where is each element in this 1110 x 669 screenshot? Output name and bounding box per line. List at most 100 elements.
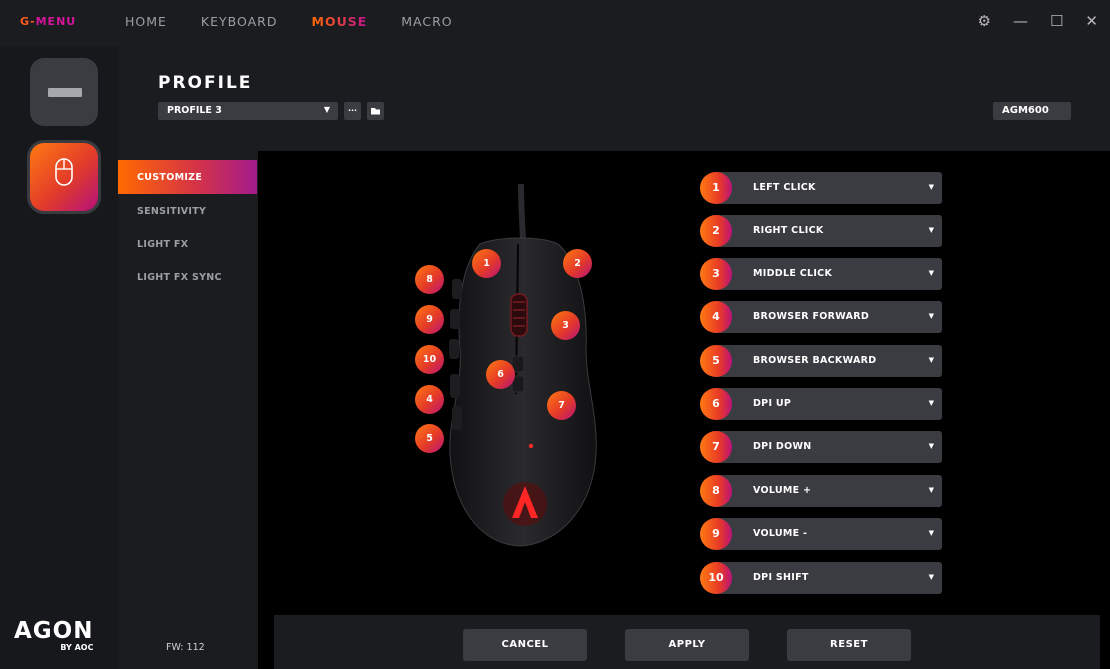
binding-number: 10: [700, 562, 732, 594]
binding-label: MIDDLE CLICK: [753, 268, 833, 279]
brand-suffix: MENU: [35, 15, 77, 28]
maximize-icon[interactable]: ☐: [1050, 12, 1063, 30]
brand-prefix: G-: [20, 15, 36, 28]
minimize-icon[interactable]: —: [1013, 12, 1028, 30]
binding-select[interactable]: [714, 475, 942, 507]
profile-select[interactable]: PROFILE 3 ▼: [158, 102, 338, 120]
binding-select[interactable]: [714, 431, 942, 463]
binding-label: DPI UP: [753, 398, 792, 409]
chevron-down-icon: ▼: [928, 442, 934, 450]
binding-label: DPI DOWN: [753, 441, 812, 452]
profile-folder-button[interactable]: [367, 102, 384, 120]
binding-select[interactable]: [714, 518, 942, 550]
profile-header: PROFILE PROFILE 3 ▼ ··· AGM600: [118, 46, 1110, 151]
profile-select-value: PROFILE 3: [167, 105, 222, 116]
side-menu: CUSTOMIZE SENSITIVITY LIGHT FX LIGHT FX …: [118, 151, 258, 669]
top-bar: G-MENU HOME KEYBOARD MOUSE MACRO ⚙ — ☐ ✕: [0, 0, 1110, 46]
logo-by-aoc: BY AOC: [60, 643, 94, 652]
agon-logo: AGON BY AOC: [14, 618, 94, 653]
binding-label: LEFT CLICK: [753, 182, 816, 193]
binding-row-8[interactable]: 8 VOLUME + ▼: [700, 475, 942, 507]
binding-row-1[interactable]: 1 LEFT CLICK ▼: [700, 172, 942, 204]
close-icon[interactable]: ✕: [1085, 12, 1098, 30]
menu-light-fx-sync[interactable]: LIGHT FX SYNC: [118, 260, 257, 294]
binding-number: 2: [700, 215, 732, 247]
more-icon: ···: [347, 106, 358, 115]
binding-number: 5: [700, 345, 732, 377]
reset-button[interactable]: RESET: [787, 629, 911, 661]
binding-row-3[interactable]: 3 MIDDLE CLICK ▼: [700, 258, 942, 290]
gear-icon[interactable]: ⚙: [978, 12, 991, 30]
binding-select[interactable]: [714, 215, 942, 247]
apply-button[interactable]: APPLY: [625, 629, 749, 661]
mouse-marker-4[interactable]: 4: [415, 385, 444, 414]
app-brand: G-MENU: [20, 15, 76, 28]
chevron-down-icon: ▼: [928, 486, 934, 494]
nav-macro[interactable]: MACRO: [401, 14, 452, 29]
mouse-device-button[interactable]: [30, 143, 98, 211]
mouse-icon: [55, 158, 73, 186]
mouse-marker-2[interactable]: 2: [563, 249, 592, 278]
window-controls: ⚙ — ☐ ✕: [956, 12, 1098, 30]
mouse-marker-3[interactable]: 3: [551, 311, 580, 340]
binding-select[interactable]: [714, 562, 942, 594]
binding-row-5[interactable]: 5 BROWSER BACKWARD ▼: [700, 345, 942, 377]
chevron-down-icon: ▼: [928, 399, 934, 407]
folder-icon: [371, 108, 380, 115]
binding-number: 8: [700, 475, 732, 507]
mouse-marker-7[interactable]: 7: [547, 391, 576, 420]
binding-number: 1: [700, 172, 732, 204]
binding-row-4[interactable]: 4 BROWSER FORWARD ▼: [700, 301, 942, 333]
binding-number: 3: [700, 258, 732, 290]
nav-mouse[interactable]: MOUSE: [312, 14, 368, 29]
binding-label: BROWSER BACKWARD: [753, 355, 877, 366]
mouse-marker-8[interactable]: 8: [415, 265, 444, 294]
mouse-marker-6[interactable]: 6: [486, 360, 515, 389]
chevron-down-icon: ▼: [928, 226, 934, 234]
action-footer: CANCEL APPLY RESET: [274, 615, 1100, 669]
binding-label: VOLUME -: [753, 528, 808, 539]
page-title: PROFILE: [158, 73, 253, 93]
chevron-down-icon: ▼: [928, 183, 934, 191]
binding-label: VOLUME +: [753, 485, 812, 496]
chevron-down-icon: ▼: [928, 529, 934, 537]
binding-select[interactable]: [714, 172, 942, 204]
chevron-down-icon: ▼: [928, 356, 934, 364]
nav-keyboard[interactable]: KEYBOARD: [201, 14, 278, 29]
chevron-down-icon: ▼: [928, 573, 934, 581]
binding-label: RIGHT CLICK: [753, 225, 824, 236]
binding-row-2[interactable]: 2 RIGHT CLICK ▼: [700, 215, 942, 247]
binding-number: 6: [700, 388, 732, 420]
binding-row-10[interactable]: 10 DPI SHIFT ▼: [700, 562, 942, 594]
profile-more-button[interactable]: ···: [344, 102, 361, 120]
binding-number: 7: [700, 431, 732, 463]
binding-label: BROWSER FORWARD: [753, 311, 870, 322]
chevron-down-icon: ▼: [323, 105, 330, 114]
nav-home[interactable]: HOME: [125, 14, 167, 29]
keyboard-icon: [48, 88, 82, 97]
binding-label: DPI SHIFT: [753, 572, 809, 583]
binding-number: 4: [700, 301, 732, 333]
firmware-version: FW: 112: [166, 642, 205, 653]
mouse-marker-5[interactable]: 5: [415, 424, 444, 453]
mouse-marker-9[interactable]: 9: [415, 305, 444, 334]
binding-row-9[interactable]: 9 VOLUME - ▼: [700, 518, 942, 550]
logo-agon: AGON: [14, 618, 94, 644]
mouse-marker-1[interactable]: 1: [472, 249, 501, 278]
binding-row-7[interactable]: 7 DPI DOWN ▼: [700, 431, 942, 463]
keyboard-device-button[interactable]: [30, 58, 98, 126]
binding-select[interactable]: [714, 388, 942, 420]
menu-customize[interactable]: CUSTOMIZE: [118, 160, 257, 194]
menu-light-fx[interactable]: LIGHT FX: [118, 227, 257, 261]
customize-panel: 1 2 3 4 5 6 7 8 9 10 1 LEFT CLICK ▼ 2 RI…: [258, 151, 1110, 669]
menu-sensitivity[interactable]: SENSITIVITY: [118, 194, 257, 228]
main-nav: HOME KEYBOARD MOUSE MACRO: [125, 14, 487, 29]
binding-row-6[interactable]: 6 DPI UP ▼: [700, 388, 942, 420]
device-model-badge: AGM600: [993, 102, 1071, 120]
device-rail: AGON BY AOC: [0, 46, 118, 669]
chevron-down-icon: ▼: [928, 312, 934, 320]
chevron-down-icon: ▼: [928, 269, 934, 277]
cancel-button[interactable]: CANCEL: [463, 629, 587, 661]
binding-number: 9: [700, 518, 732, 550]
mouse-marker-10[interactable]: 10: [415, 345, 444, 374]
